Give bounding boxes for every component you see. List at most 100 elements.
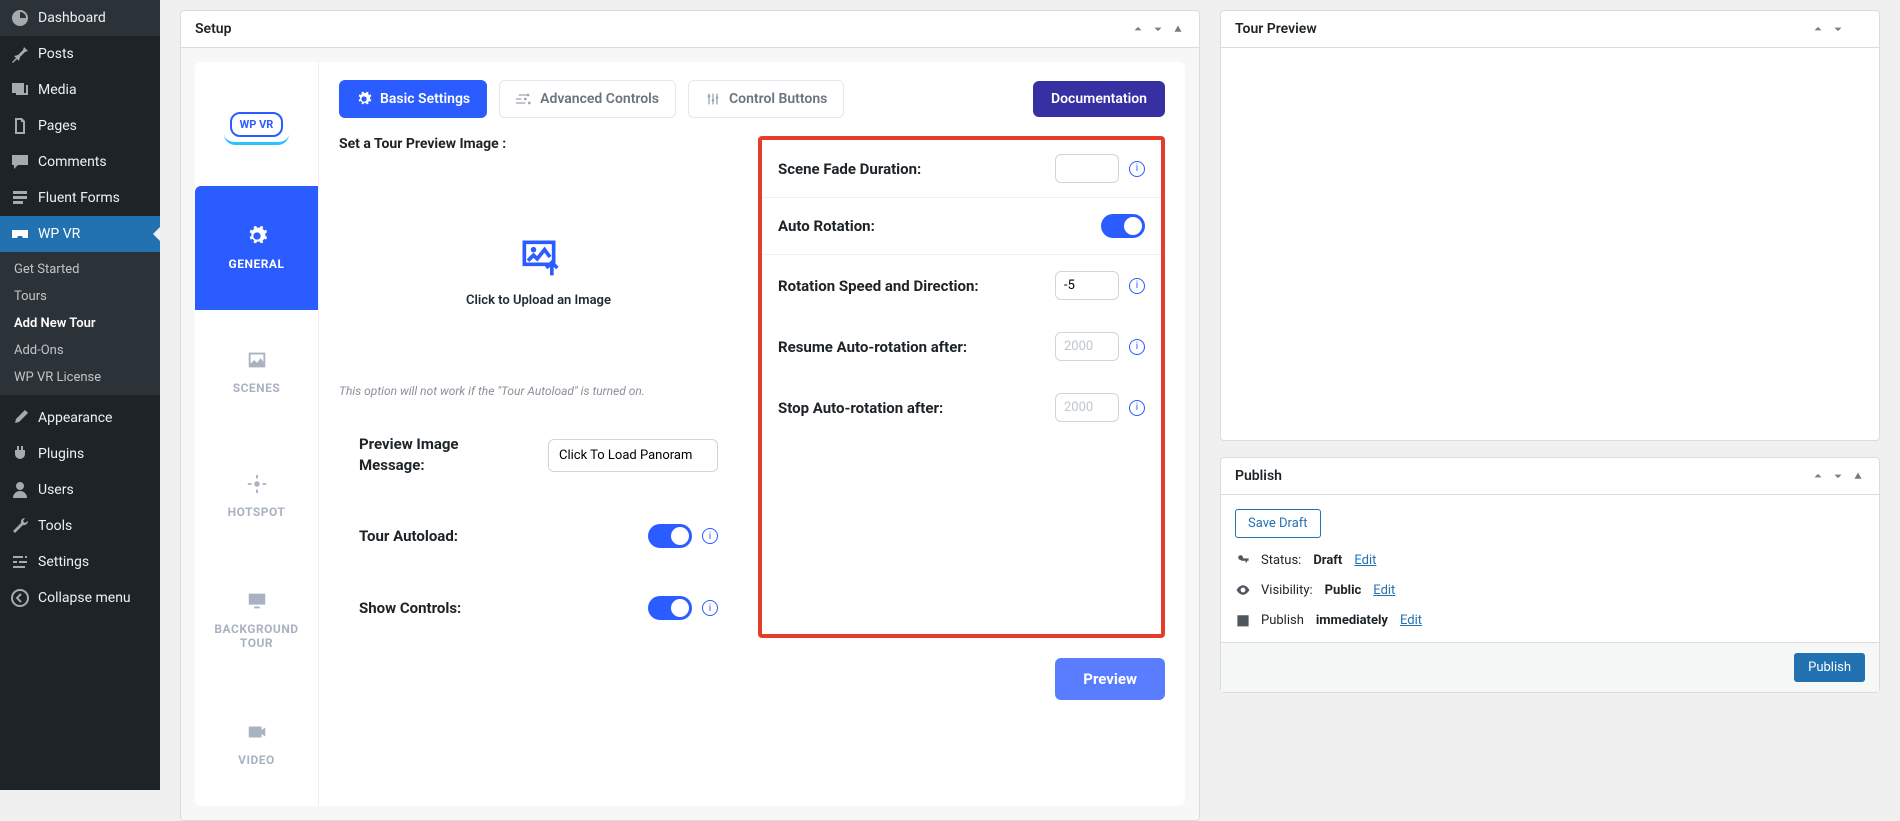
triangle-up-icon[interactable] [1851, 469, 1865, 483]
speed-input[interactable] [1055, 271, 1119, 300]
visibility-label: Visibility: [1261, 583, 1313, 598]
sidebar-item-tools[interactable]: Tools [0, 508, 160, 544]
preview-message-card: Preview Image Message: [339, 416, 738, 494]
plug-icon [10, 444, 30, 464]
triangle-up-icon[interactable] [1851, 22, 1865, 36]
sidebar-item-appearance[interactable]: Appearance [0, 400, 160, 436]
setup-nav: WP VR GENERAL SCENES HOTSPOT [195, 62, 319, 806]
nav-video[interactable]: VIDEO [195, 682, 318, 806]
sidebar-item-posts[interactable]: Posts [0, 36, 160, 72]
sidebar-item-comments[interactable]: Comments [0, 144, 160, 180]
rotation-speed-row: Rotation Speed and Direction: i [778, 255, 1145, 316]
sidebar-item-pages[interactable]: Pages [0, 108, 160, 144]
chevron-up-icon[interactable] [1811, 22, 1825, 36]
show-controls-label: Show Controls: [359, 599, 461, 617]
chevron-down-icon[interactable] [1831, 22, 1845, 36]
nav-background-tour[interactable]: BACKGROUND TOUR [195, 558, 318, 682]
upload-image-icon [517, 235, 561, 279]
nav-hotspot[interactable]: HOTSPOT [195, 434, 318, 558]
main-content: Setup WP VR GENERAL [160, 0, 1900, 790]
upload-text: Click to Upload an Image [466, 293, 611, 308]
help-icon[interactable]: i [1129, 400, 1145, 416]
preview-msg-input[interactable] [548, 439, 718, 472]
publish-footer: Publish [1221, 642, 1879, 692]
nav-scenes[interactable]: SCENES [195, 310, 318, 434]
sub-get-started[interactable]: Get Started [0, 256, 160, 283]
status-value: Draft [1313, 553, 1342, 568]
publish-body: Save Draft Status: Draft Edit Visibility… [1221, 495, 1879, 642]
autoload-card: Tour Autoload: i [339, 506, 738, 566]
comments-icon [10, 152, 30, 172]
nav-label: VIDEO [238, 753, 275, 767]
sidebar-item-dashboard[interactable]: Dashboard [0, 0, 160, 36]
nav-general[interactable]: GENERAL [195, 186, 318, 310]
sidebar-item-wp-vr[interactable]: WP VR [0, 216, 160, 252]
gear-icon [356, 91, 372, 107]
publish-button[interactable]: Publish [1794, 653, 1865, 682]
sidebar-item-media[interactable]: Media [0, 72, 160, 108]
stop-input[interactable] [1055, 393, 1119, 422]
autoload-label: Tour Autoload: [359, 527, 458, 545]
help-icon[interactable]: i [1129, 278, 1145, 294]
tour-preview-body [1221, 48, 1879, 440]
chevron-up-icon[interactable] [1131, 22, 1145, 36]
sidebar-label: Settings [38, 554, 89, 570]
preview-button[interactable]: Preview [1055, 658, 1165, 700]
sidebar-label: Dashboard [38, 10, 106, 26]
sliders-icon [10, 552, 30, 572]
sub-tours[interactable]: Tours [0, 283, 160, 310]
triangle-up-icon[interactable] [1171, 22, 1185, 36]
form-icon [10, 188, 30, 208]
chevron-down-icon[interactable] [1831, 469, 1845, 483]
chevron-down-icon[interactable] [1151, 22, 1165, 36]
tab-label: Basic Settings [380, 91, 470, 107]
help-icon[interactable]: i [702, 600, 718, 616]
sub-wp-vr-license[interactable]: WP VR License [0, 364, 160, 391]
sidebar-item-collapse[interactable]: Collapse menu [0, 580, 160, 616]
panel-controls [1811, 22, 1865, 36]
sidebar-item-settings[interactable]: Settings [0, 544, 160, 580]
pages-icon [10, 116, 30, 136]
logo-badge: WP VR [230, 112, 284, 137]
edit-status[interactable]: Edit [1354, 553, 1376, 568]
sidebar-item-plugins[interactable]: Plugins [0, 436, 160, 472]
tour-preview-header: Tour Preview [1221, 11, 1879, 48]
upload-preview-image[interactable]: Click to Upload an Image [339, 166, 738, 376]
auto-rotation-toggle[interactable] [1101, 214, 1145, 238]
user-icon [10, 480, 30, 500]
preview-image-label: Set a Tour Preview Image : [339, 136, 738, 152]
publish-header: Publish [1221, 458, 1879, 495]
sidebar-item-fluent-forms[interactable]: Fluent Forms [0, 180, 160, 216]
sub-add-ons[interactable]: Add-Ons [0, 337, 160, 364]
sidebar-label: Plugins [38, 446, 84, 462]
tab-basic-settings[interactable]: Basic Settings [339, 80, 487, 118]
setup-wrap: WP VR GENERAL SCENES HOTSPOT [195, 62, 1185, 806]
pin-icon [10, 44, 30, 64]
tab-advanced-controls[interactable]: Advanced Controls [499, 80, 676, 118]
chevron-up-icon[interactable] [1811, 469, 1825, 483]
settings-two-col: Set a Tour Preview Image : Click to Uplo… [339, 136, 1165, 638]
edit-visibility[interactable]: Edit [1373, 583, 1395, 598]
show-controls-toggle[interactable] [648, 596, 692, 620]
resume-rotation-row: Resume Auto-rotation after: i [778, 316, 1145, 377]
sidebar-item-users[interactable]: Users [0, 472, 160, 508]
visibility-value: Public [1325, 583, 1362, 598]
edit-publish-date[interactable]: Edit [1400, 613, 1422, 628]
image-icon [246, 349, 268, 371]
resume-input[interactable] [1055, 332, 1119, 361]
tabs-row: Basic Settings Advanced Controls Control… [339, 80, 1165, 118]
help-icon[interactable]: i [1129, 161, 1145, 177]
help-icon[interactable]: i [1129, 339, 1145, 355]
tab-label: Control Buttons [729, 91, 827, 107]
help-icon[interactable]: i [702, 528, 718, 544]
right-column: Tour Preview Publish Save Draft [1220, 10, 1880, 780]
autoload-toggle[interactable] [648, 524, 692, 548]
save-draft-button[interactable]: Save Draft [1235, 509, 1321, 538]
vr-icon [10, 224, 30, 244]
documentation-button[interactable]: Documentation [1033, 81, 1165, 117]
sub-add-new-tour[interactable]: Add New Tour [0, 310, 160, 337]
sidebar-label: WP VR [38, 226, 80, 242]
tab-control-buttons[interactable]: Control Buttons [688, 80, 844, 118]
fade-input[interactable] [1055, 154, 1119, 183]
setup-panel: Setup WP VR GENERAL [180, 10, 1200, 821]
